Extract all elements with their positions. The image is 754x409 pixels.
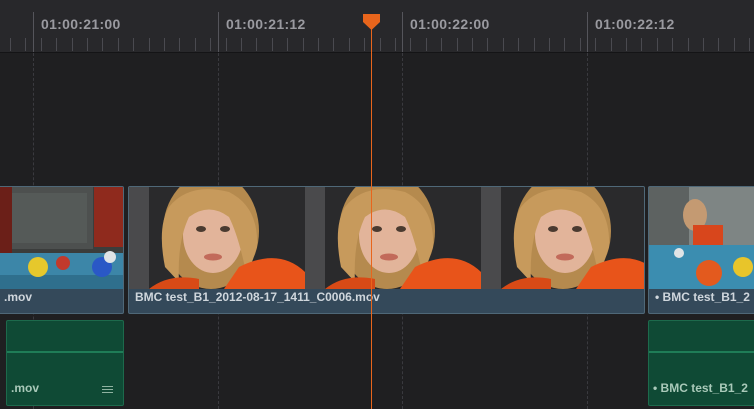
ruler-minor-tick (457, 38, 458, 51)
ruler-minor-tick (41, 38, 42, 51)
clip-thumbnail (0, 187, 123, 289)
ruler-tick (33, 12, 34, 52)
audio-clip[interactable]: • BMC test_B1_2 (648, 320, 754, 406)
ruler-minor-tick (426, 38, 427, 51)
ruler-minor-tick (149, 38, 150, 51)
ruler-minor-tick (10, 38, 11, 51)
ruler-minor-tick (441, 38, 442, 51)
ruler-minor-tick (703, 38, 704, 51)
ruler-minor-tick (72, 38, 73, 51)
ruler-minor-tick (749, 38, 750, 51)
timeline-panel[interactable]: 01:00:21:00 01:00:21:12 01:00:22:00 01:0… (0, 0, 754, 409)
ruler-minor-tick (25, 38, 26, 51)
clip-name: BMC test_B1_2012-08-17_1411_C0006.mov (135, 290, 380, 304)
ruler-minor-tick (210, 38, 211, 51)
ruler-minor-tick (672, 38, 673, 51)
ruler-minor-tick (102, 38, 103, 51)
timecode-label: 01:00:21:12 (226, 16, 306, 32)
ruler-minor-tick (226, 38, 227, 51)
video-clip[interactable]: BMC test_B1_2012-08-17_1411_C0006.mov (128, 186, 645, 314)
ruler-minor-tick (380, 38, 381, 51)
ruler-minor-tick (657, 38, 658, 51)
ruler-minor-tick (56, 38, 57, 51)
ruler-minor-tick (626, 38, 627, 51)
timecode-label: 01:00:21:00 (41, 16, 121, 32)
video-clip[interactable]: • BMC test_B1_2 (648, 186, 754, 314)
ruler-minor-tick (518, 38, 519, 51)
audio-track: .mov • BMC test_B1_2 (0, 320, 754, 409)
ruler-minor-tick (734, 38, 735, 51)
ruler-minor-tick (564, 38, 565, 51)
ruler-minor-tick (241, 38, 242, 51)
ruler-minor-tick (580, 38, 581, 51)
ruler-tick (402, 12, 403, 52)
ruler-minor-tick (688, 38, 689, 51)
clip-name: • BMC test_B1_2 (653, 381, 748, 395)
timecode-label: 01:00:22:12 (595, 16, 675, 32)
ruler-minor-tick (611, 38, 612, 51)
ruler-minor-tick (179, 38, 180, 51)
clip-name: .mov (11, 381, 40, 395)
ruler-minor-tick (549, 38, 550, 51)
ruler-minor-tick (287, 38, 288, 51)
clip-thumbnail-strip (129, 187, 644, 289)
playhead-handle[interactable] (362, 13, 381, 31)
ruler-minor-tick (718, 38, 719, 51)
ruler-minor-tick (87, 38, 88, 51)
ruler-minor-tick (318, 38, 319, 51)
ruler-minor-tick (256, 38, 257, 51)
ruler-minor-tick (333, 38, 334, 51)
video-track: .mov BMC test_B1_2012-08-17_1411_C0006.m… (0, 184, 754, 318)
empty-video-track[interactable] (0, 53, 754, 181)
clip-name: .mov (4, 290, 33, 304)
ruler-minor-tick (272, 38, 273, 51)
audio-waveform (7, 351, 123, 353)
clip-name: • BMC test_B1_2 (655, 290, 750, 304)
menu-icon[interactable] (102, 386, 113, 394)
video-clip[interactable]: .mov (0, 186, 124, 314)
ruler-minor-tick (133, 38, 134, 51)
ruler-minor-tick (195, 38, 196, 51)
ruler-minor-tick (595, 38, 596, 51)
timecode-label: 01:00:22:00 (410, 16, 490, 32)
audio-waveform (649, 351, 754, 353)
ruler-minor-tick (364, 38, 365, 51)
ruler-minor-tick (487, 38, 488, 51)
ruler-tick (218, 12, 219, 52)
ruler-tick (587, 12, 588, 52)
ruler-minor-tick (395, 38, 396, 51)
clip-thumbnail (649, 187, 754, 289)
ruler-minor-tick (349, 38, 350, 51)
ruler-minor-tick (164, 38, 165, 51)
playhead-line[interactable] (371, 16, 372, 409)
ruler-minor-tick (118, 38, 119, 51)
ruler-minor-tick (534, 38, 535, 51)
ruler-minor-tick (641, 38, 642, 51)
ruler-minor-tick (303, 38, 304, 51)
ruler-minor-tick (503, 38, 504, 51)
audio-clip[interactable]: .mov (6, 320, 124, 406)
ruler-minor-tick (410, 38, 411, 51)
ruler-minor-tick (472, 38, 473, 51)
